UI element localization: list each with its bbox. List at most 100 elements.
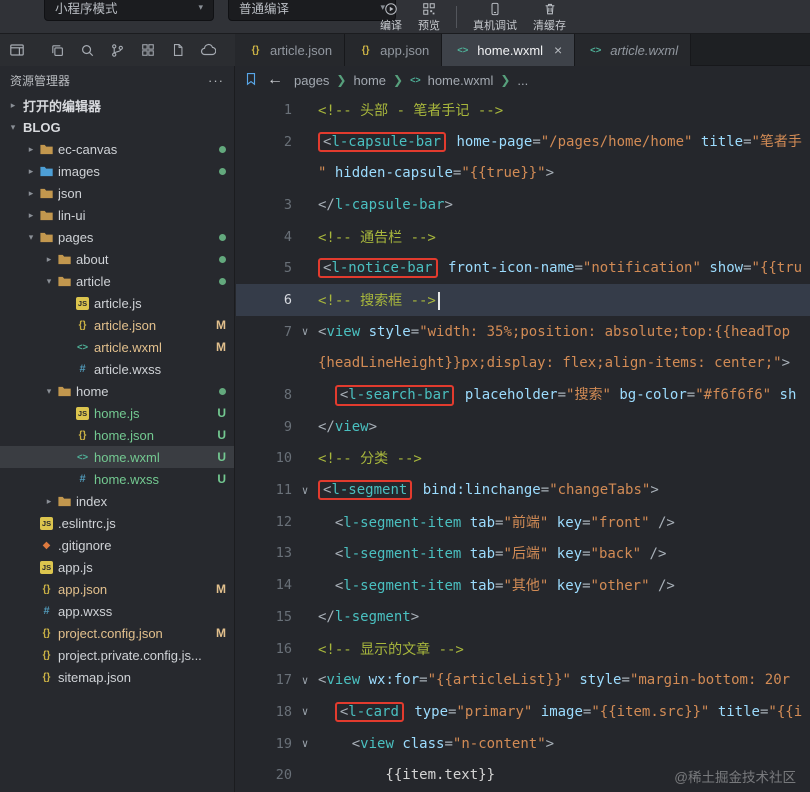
- code-line-6[interactable]: 6<!-- 搜索框 -->: [236, 284, 810, 316]
- tree-item-lin-ui[interactable]: ▸lin-ui: [0, 204, 234, 226]
- code-line-text: </view>: [318, 419, 810, 435]
- close-icon[interactable]: ×: [554, 42, 562, 58]
- tree-item-[interactable]: ▸打开的编辑器: [0, 94, 234, 116]
- tab-article.json[interactable]: {}article.json: [235, 34, 345, 66]
- tree-item-ec-canvas[interactable]: ▸ec-canvas: [0, 138, 234, 160]
- fold-chevron-icon[interactable]: ∨: [292, 737, 318, 750]
- grid-icon[interactable]: [139, 42, 156, 59]
- code-line-11[interactable]: 11∨<l-segment bind:linchange="changeTabs…: [236, 474, 810, 506]
- code-line-15[interactable]: 15</l-segment>: [236, 601, 810, 633]
- code-token: [461, 578, 469, 594]
- tree-item-label: app.json: [58, 582, 107, 597]
- search-icon[interactable]: [79, 42, 96, 59]
- tree-item-home.js[interactable]: JShome.jsU: [0, 402, 234, 424]
- tree-item-app.js[interactable]: JSapp.js: [0, 556, 234, 578]
- code-line-9[interactable]: 9</view>: [236, 411, 810, 443]
- tab-app.json[interactable]: {}app.json: [345, 34, 442, 66]
- fold-chevron-icon[interactable]: ∨: [292, 705, 318, 718]
- tree-item-.eslintrc.js[interactable]: JS.eslintrc.js: [0, 512, 234, 534]
- json-file-icon: {}: [247, 45, 264, 56]
- tab-article.wxml[interactable]: <>article.wxml: [575, 34, 691, 66]
- cloud-icon[interactable]: [199, 42, 216, 59]
- breadcrumb-item[interactable]: home.wxml: [428, 73, 494, 88]
- tree-item-article.wxss[interactable]: #article.wxss: [0, 358, 234, 380]
- tree-item-.gitignore[interactable]: ◆.gitignore: [0, 534, 234, 556]
- clear-cache-icon: [543, 1, 557, 16]
- code-line-19[interactable]: 19∨ <view class="n-content">: [236, 728, 810, 760]
- tree-item-images[interactable]: ▸images: [0, 160, 234, 182]
- toolbar-button-remote-debug[interactable]: 真机调试: [473, 1, 517, 33]
- code-token: l-segment-item: [343, 546, 461, 562]
- tree-item-BLOG[interactable]: ▾BLOG: [0, 116, 234, 138]
- tab-bar: {}article.json{}app.json<>home.wxml×<>ar…: [235, 34, 810, 66]
- folder-icon: [38, 208, 55, 223]
- toolbar-button-clear-cache[interactable]: 清缓存: [533, 1, 566, 33]
- tree-item-home.json[interactable]: {}home.jsonU: [0, 424, 234, 446]
- code-line-5[interactable]: 5<l-notice-bar front-icon-name="notifica…: [236, 252, 810, 284]
- code-line-8[interactable]: 8 <l-search-bar placeholder="搜索" bg-colo…: [236, 379, 810, 411]
- compile-select-label: 普通编译: [239, 0, 289, 17]
- fold-chevron-icon[interactable]: ∨: [292, 325, 318, 338]
- file-icon[interactable]: [169, 42, 186, 59]
- mode-select[interactable]: 小程序模式 ▾: [44, 0, 214, 21]
- code-token: [318, 578, 335, 594]
- tree-item-article.json[interactable]: {}article.jsonM: [0, 314, 234, 336]
- git-status-badge: U: [217, 450, 226, 464]
- code-line-12[interactable]: 12 <l-segment-item tab="前端" key="front" …: [236, 506, 810, 538]
- git-branch-icon[interactable]: [109, 42, 126, 59]
- code-line-17[interactable]: 17∨<view wx:for="{{articleList}}" style=…: [236, 664, 810, 696]
- code-line-1[interactable]: 1<!-- 头部 - 笔者手记 -->: [236, 94, 810, 126]
- tree-item-app.wxss[interactable]: #app.wxss: [0, 600, 234, 622]
- code-line-3[interactable]: 3</l-capsule-bar>: [236, 189, 810, 221]
- bookmark-icon[interactable]: [244, 72, 258, 89]
- code-line-10[interactable]: 10<!-- 分类 -->: [236, 443, 810, 475]
- code-area[interactable]: 1<!-- 头部 - 笔者手记 -->2<l-capsule-bar home-…: [236, 94, 810, 791]
- editor[interactable]: ←pages❯home❯<>home.wxml❯... 1<!-- 头部 - 笔…: [236, 66, 810, 792]
- window-icon[interactable]: [8, 42, 25, 59]
- code-line-wrap[interactable]: " hidden-capsule="{{true}}">: [236, 157, 810, 189]
- toolbar-button-compile[interactable]: 编译: [380, 1, 402, 33]
- tree-item-pages[interactable]: ▾pages: [0, 226, 234, 248]
- breadcrumb-item[interactable]: home: [353, 73, 386, 88]
- code-line-14[interactable]: 14 <l-segment-item tab="其他" key="other" …: [236, 569, 810, 601]
- code-token: =: [411, 324, 419, 340]
- tree-item-home[interactable]: ▾home: [0, 380, 234, 402]
- tab-home.wxml[interactable]: <>home.wxml×: [442, 34, 575, 66]
- toolbar-button-preview[interactable]: 预览: [418, 1, 440, 33]
- tree-item-sitemap.json[interactable]: {}sitemap.json: [0, 666, 234, 688]
- tree-item-article.js[interactable]: JSarticle.js: [0, 292, 234, 314]
- tree-item-app.json[interactable]: {}app.jsonM: [0, 578, 234, 600]
- git-status-badge: M: [216, 340, 226, 354]
- folder-icon: [56, 252, 73, 267]
- code-line-16[interactable]: 16<!-- 显示的文章 -->: [236, 633, 810, 665]
- tree-item-home.wxss[interactable]: #home.wxssU: [0, 468, 234, 490]
- tree-item-json[interactable]: ▸json: [0, 182, 234, 204]
- tree-item-project.private.config.js...[interactable]: {}project.private.config.js...: [0, 644, 234, 666]
- code-line-13[interactable]: 13 <l-segment-item tab="后端" key="back" /…: [236, 538, 810, 570]
- code-line-2[interactable]: 2<l-capsule-bar home-page="/pages/home/h…: [236, 126, 810, 158]
- line-number: 13: [236, 545, 292, 561]
- tree-item-home.wxml[interactable]: <>home.wxmlU: [0, 446, 234, 468]
- breadcrumb-item[interactable]: ...: [517, 73, 528, 88]
- code-line-wrap[interactable]: {headLineHeight}}px;display: flex;align-…: [236, 348, 810, 380]
- tree-item-label: app.wxss: [58, 604, 112, 619]
- tree-item-article[interactable]: ▾article: [0, 270, 234, 292]
- code-line-4[interactable]: 4<!-- 通告栏 -->: [236, 221, 810, 253]
- compile-icon: [384, 1, 398, 16]
- code-line-text: <view wx:for="{{articleList}}" style="ma…: [318, 672, 810, 688]
- tree-item-about[interactable]: ▸about: [0, 248, 234, 270]
- copy-icon[interactable]: [49, 42, 66, 59]
- code-token: "{{true}}": [461, 165, 545, 181]
- fold-chevron-icon[interactable]: ∨: [292, 484, 318, 497]
- compile-mode-select[interactable]: 普通编译 ▾: [228, 0, 396, 21]
- tree-item-project.config.json[interactable]: {}project.config.jsonM: [0, 622, 234, 644]
- fold-chevron-icon[interactable]: ∨: [292, 674, 318, 687]
- breadcrumb-item[interactable]: pages: [294, 73, 329, 88]
- more-actions-icon[interactable]: ···: [208, 73, 224, 88]
- code-line-7[interactable]: 7∨<view style="width: 35%;position: abso…: [236, 316, 810, 348]
- wxml-file-icon: <>: [454, 45, 471, 56]
- code-line-18[interactable]: 18∨ <l-card type="primary" image="{{item…: [236, 696, 810, 728]
- tree-item-index[interactable]: ▸index: [0, 490, 234, 512]
- back-arrow-icon[interactable]: ←: [267, 71, 283, 89]
- tree-item-article.wxml[interactable]: <>article.wxmlM: [0, 336, 234, 358]
